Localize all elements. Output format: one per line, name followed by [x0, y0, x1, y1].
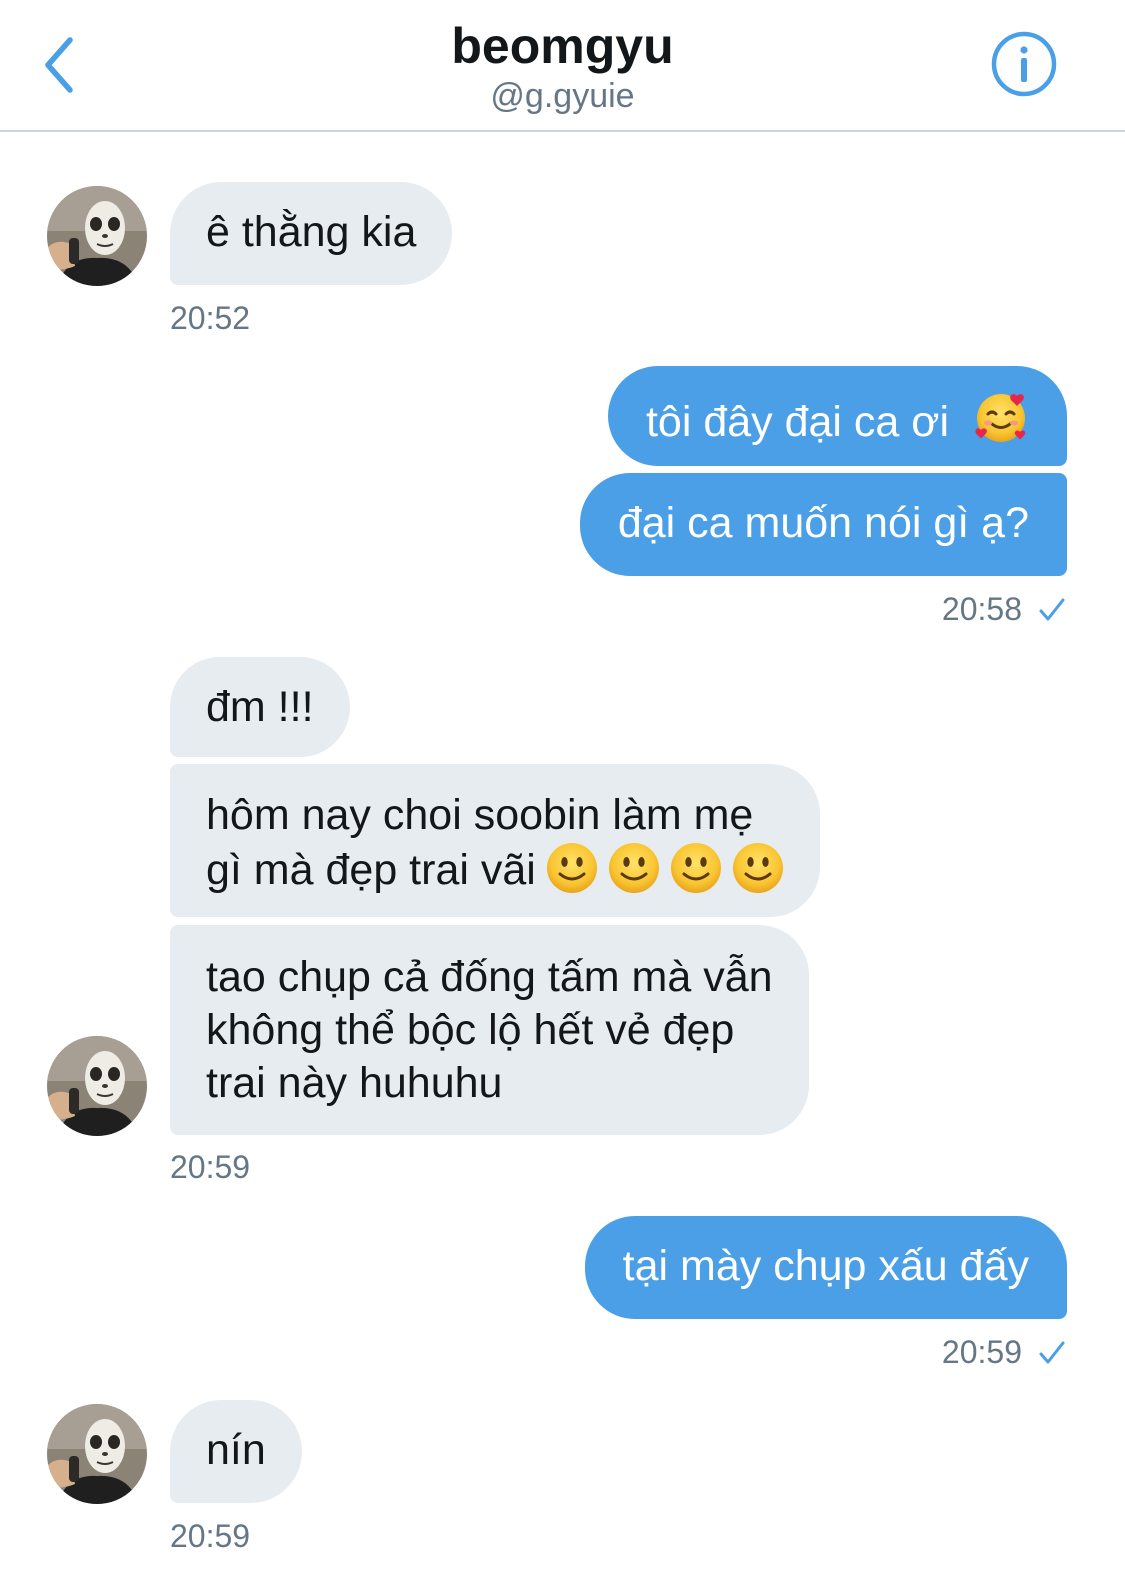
sent-check-icon — [1039, 598, 1065, 621]
message-timestamp: 20:59 — [170, 1149, 251, 1185]
message-timestamp: 20:52 — [170, 300, 251, 336]
message-bubble[interactable]: đm !!! — [170, 657, 350, 757]
conversation-info-button[interactable] — [990, 30, 1058, 98]
message-timestamp: 20:59 — [170, 1518, 251, 1554]
message-text: đại ca muốn nói gì ạ? — [617, 499, 1029, 547]
message-text-line: tao chụp cả đống tấm mà vẫn — [206, 953, 773, 1001]
avatar[interactable] — [47, 186, 147, 286]
message-bubble[interactable]: nín — [170, 1400, 302, 1503]
message-text-line-with-emoji: gì mà đẹp trai vãi — [206, 842, 784, 897]
message-text: đm !!! — [206, 683, 314, 731]
slightly-smiling-face-icon — [670, 842, 722, 894]
message-text-line: gì mà đẹp trai vãi — [206, 846, 536, 894]
message-timestamp: 20:58 — [941, 591, 1022, 627]
message-bubble[interactable]: đại ca muốn nói gì ạ? — [579, 473, 1067, 576]
sent-check-icon — [1039, 1341, 1065, 1364]
slightly-smiling-face-icon — [732, 842, 784, 894]
info-circle-icon — [991, 31, 1057, 97]
message-bubble[interactable]: tại mày chụp xấu đấy — [584, 1216, 1067, 1319]
profile-photo — [47, 1036, 147, 1136]
slightly-smiling-face-icon — [546, 842, 598, 894]
message-text: ê thằng kia — [206, 208, 417, 256]
message-text-line: hôm nay choi soobin làm mẹ — [206, 791, 754, 839]
conversation-header: beomgyu @g.gyuie — [0, 0, 1125, 132]
message-bubble[interactable]: tôi đây đại ca ơi — [607, 366, 1067, 466]
message-text: nín — [206, 1426, 266, 1474]
message-text: tại mày chụp xấu đấy — [622, 1242, 1029, 1290]
contact-name: beomgyu — [451, 18, 674, 74]
message-bubble[interactable]: hôm nay choi soobin làm mẹ gì mà đẹp tra… — [170, 764, 820, 917]
message-text: tôi đây đại ca ơi — [645, 398, 950, 446]
message-bubble[interactable]: tao chụp cả đống tấm mà vẫn không thể bộ… — [170, 925, 809, 1135]
avatar[interactable] — [47, 1404, 147, 1504]
profile-photo — [47, 1404, 147, 1504]
profile-photo — [47, 186, 147, 286]
slightly-smiling-face-icon — [608, 842, 660, 894]
message-timestamp: 20:59 — [941, 1334, 1022, 1370]
smiling-face-with-hearts-icon — [975, 394, 1026, 442]
message-text-line: không thể bộc lộ hết vẻ đẹp — [206, 1006, 735, 1054]
message-bubble[interactable]: ê thằng kia — [170, 182, 453, 285]
contact-handle: @g.gyuie — [490, 77, 635, 115]
avatar[interactable] — [47, 1036, 147, 1136]
message-text-line: trai này huhuhu — [206, 1059, 503, 1107]
